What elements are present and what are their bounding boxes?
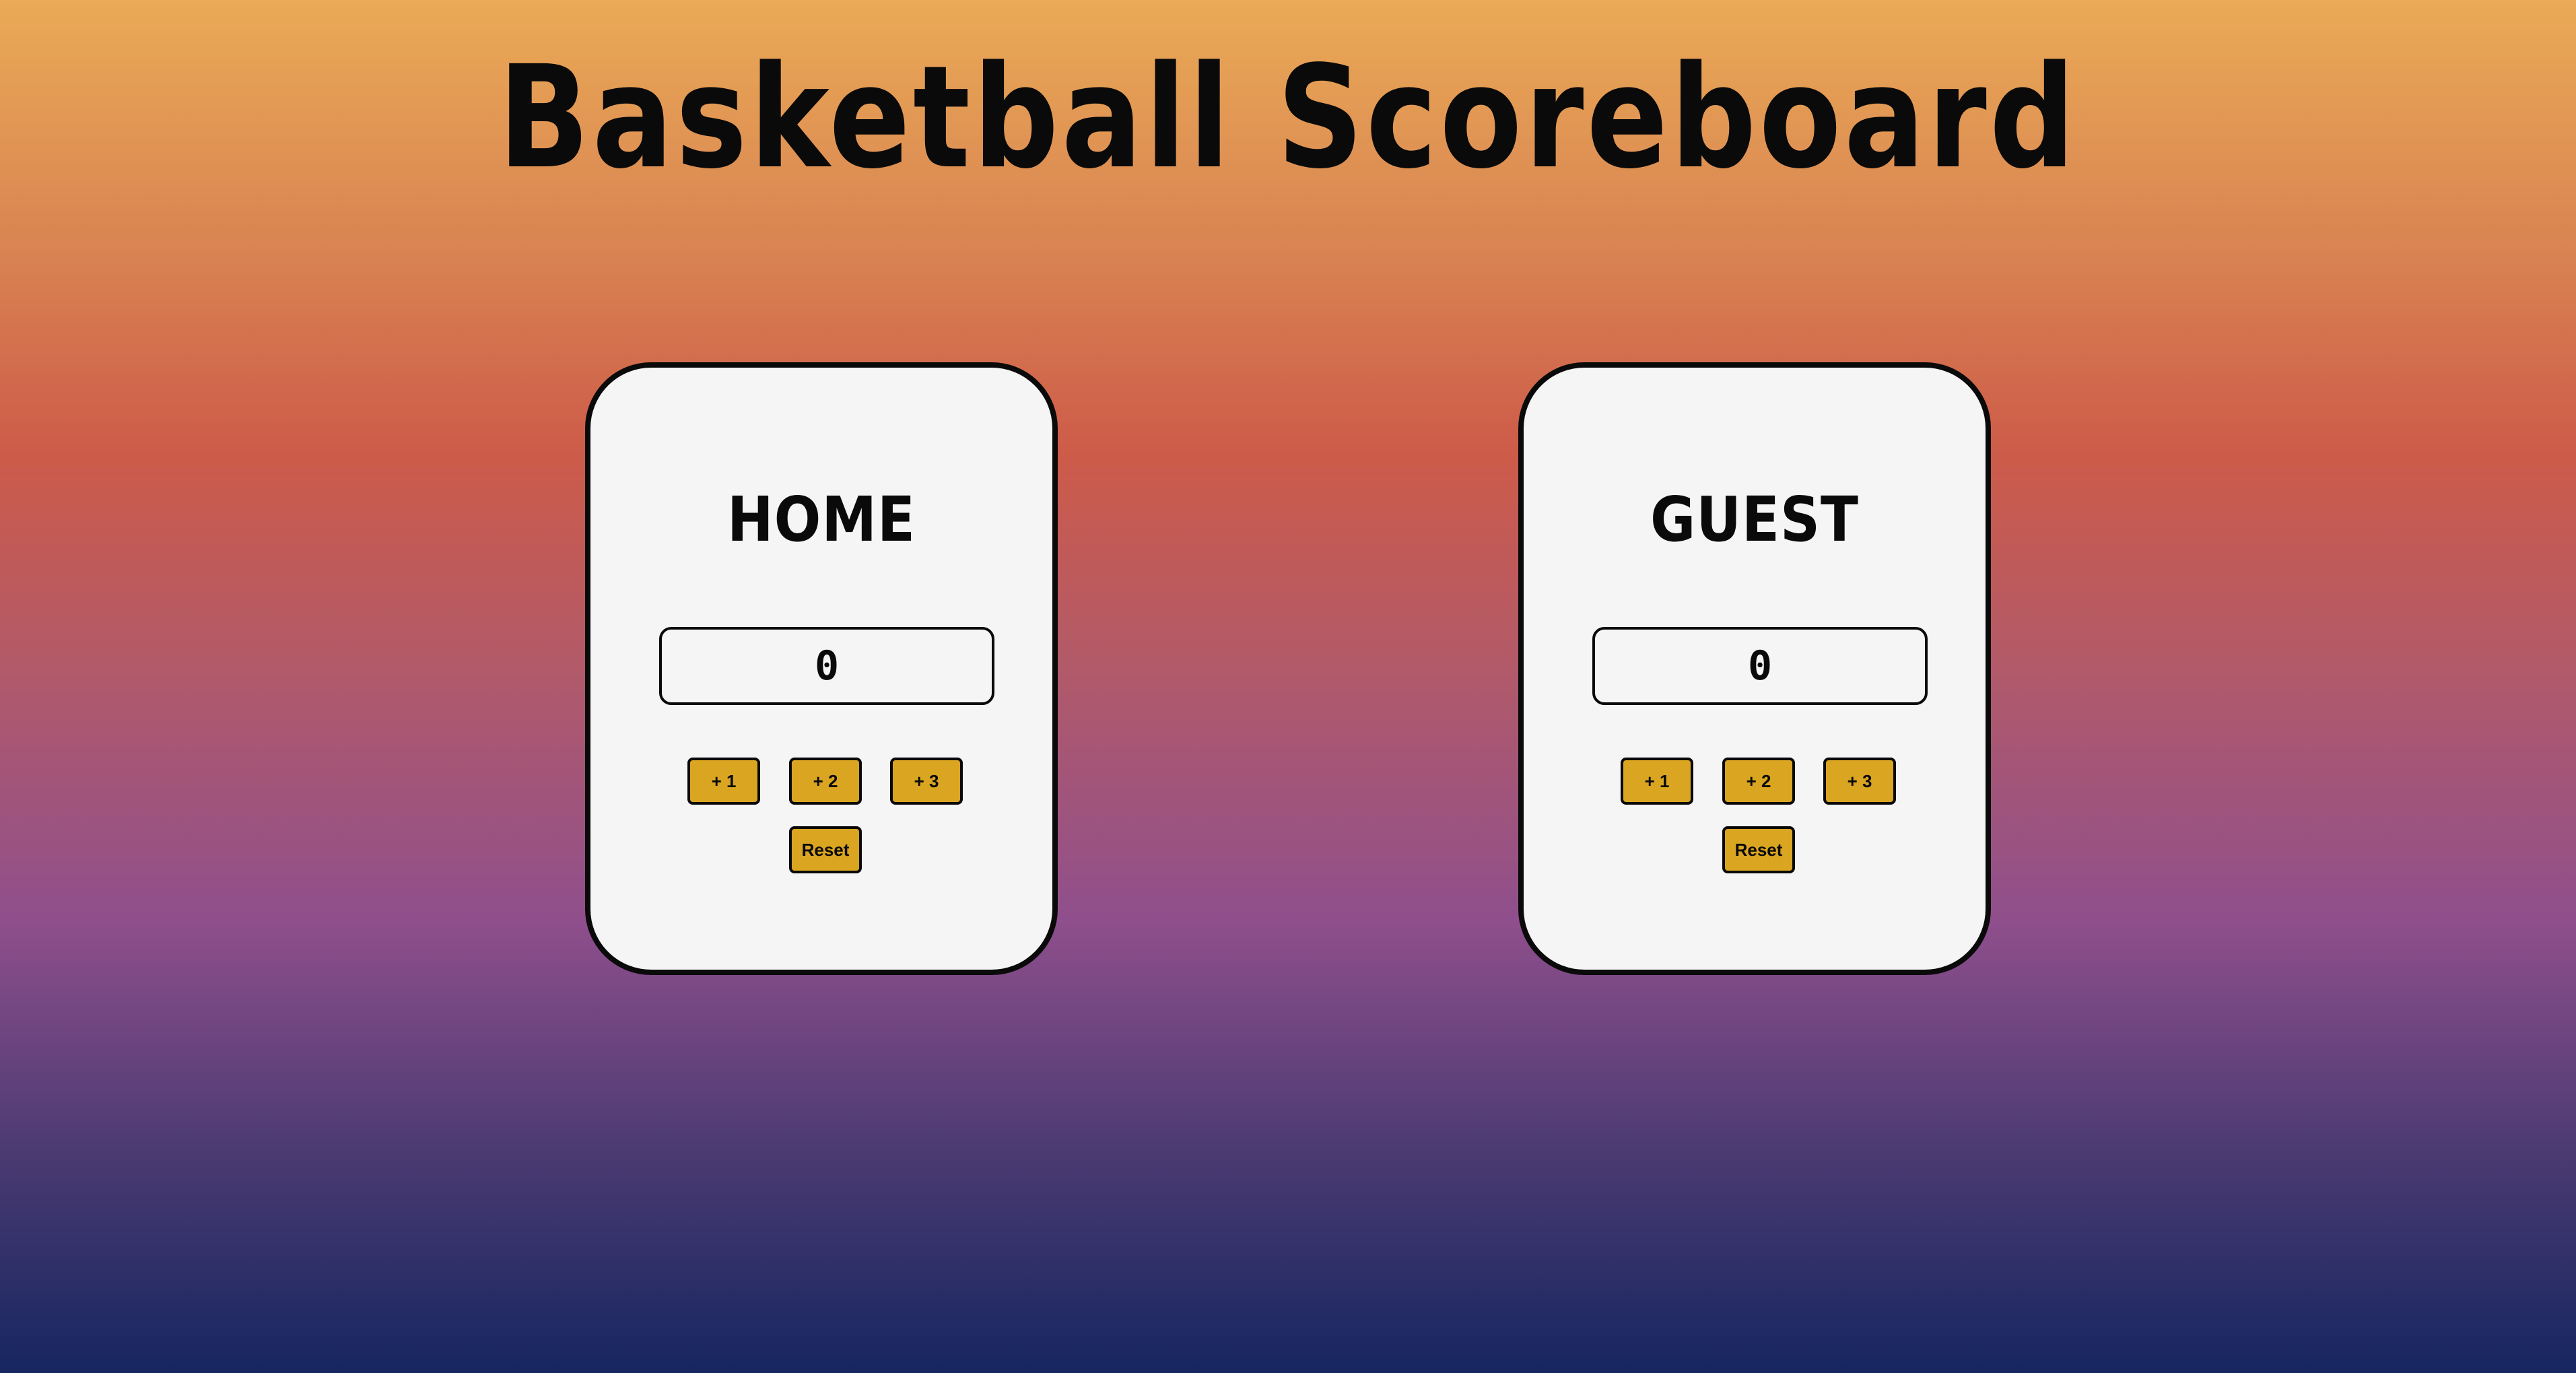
guest-add-2-button[interactable]: + 2 — [1722, 758, 1795, 805]
home-add-2-button[interactable]: + 2 — [789, 758, 862, 805]
home-add-3-button[interactable]: + 3 — [890, 758, 963, 805]
page-title: Basketball Scoreboard — [498, 35, 2078, 200]
guest-add-1-button[interactable]: + 1 — [1621, 758, 1693, 805]
guest-team-name: GUEST — [1650, 484, 1859, 556]
home-score-display: 0 — [659, 627, 994, 705]
guest-score-display: 0 — [1592, 627, 1928, 705]
home-team-name: HOME — [727, 484, 916, 556]
guest-add-3-button[interactable]: + 3 — [1823, 758, 1896, 805]
guest-reset-button[interactable]: Reset — [1722, 826, 1795, 873]
home-team-card: HOME 0 + 1 + 2 + 3 Reset — [585, 362, 1058, 975]
guest-team-card: GUEST 0 + 1 + 2 + 3 Reset — [1518, 362, 1991, 975]
home-add-1-button[interactable]: + 1 — [687, 758, 760, 805]
home-reset-button[interactable]: Reset — [789, 826, 862, 873]
